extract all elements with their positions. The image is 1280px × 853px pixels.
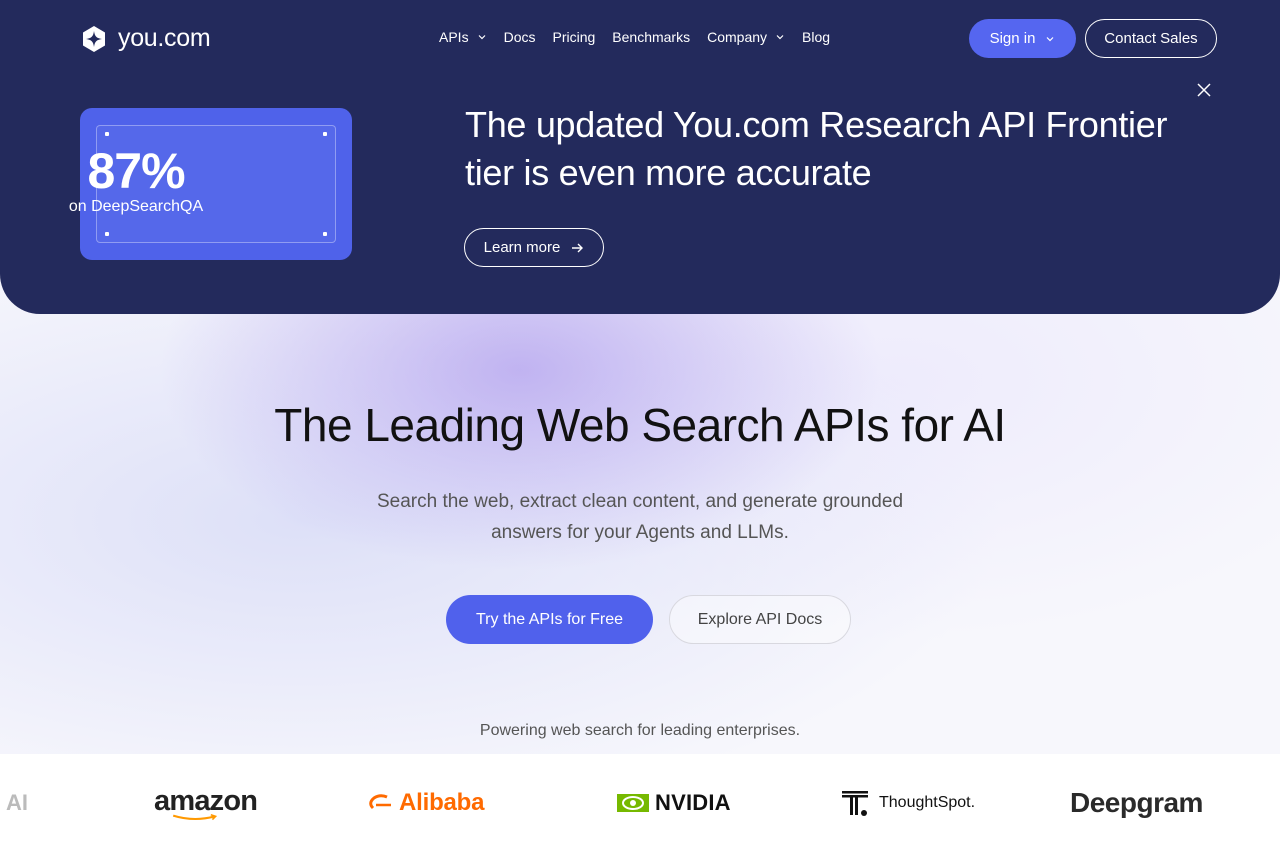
nav-label-blog: Blog xyxy=(802,29,831,45)
partial-logo-text: AI xyxy=(6,790,28,815)
customers-caption: Powering web search for leading enterpri… xyxy=(479,722,801,739)
contact-sales-button[interactable]: Contact Sales xyxy=(1085,19,1217,58)
hero-headline: The Leading Web Search APIs for AI xyxy=(274,399,1006,451)
partial-logo: AI xyxy=(6,786,28,820)
nav-item-pricing[interactable]: Pricing xyxy=(552,29,595,45)
try-apis-label: Try the APIs for Free xyxy=(475,610,623,628)
chevron-down-icon xyxy=(1047,36,1054,41)
learn-more-label: Learn more xyxy=(483,239,561,256)
close-icon[interactable] xyxy=(1195,81,1213,99)
nav-label-pricing: Pricing xyxy=(552,29,596,45)
chevron-down-icon xyxy=(776,35,784,40)
nav-item-benchmarks[interactable]: Benchmarks xyxy=(612,29,690,45)
learn-more-button[interactable]: Learn more xyxy=(464,228,604,267)
amazon-logo-text: amazon xyxy=(154,785,258,817)
stat-value: 87% xyxy=(87,143,185,199)
amazon-smile-icon xyxy=(172,814,218,821)
chevron-down-icon xyxy=(478,35,486,40)
sign-in-button[interactable]: Sign in xyxy=(969,19,1076,58)
sign-in-label: Sign in xyxy=(989,30,1036,47)
header-banner: you.com APIs Docs Pricing Benchmarks Com… xyxy=(0,0,1280,314)
brand-logo[interactable]: you.com xyxy=(80,24,211,53)
nav-item-company[interactable]: Company xyxy=(707,29,785,45)
alibaba-mark-icon xyxy=(369,794,391,810)
corner-dot xyxy=(105,232,109,236)
nav-item-apis[interactable]: APIs xyxy=(439,29,487,45)
nav-label-company: Company xyxy=(707,29,768,45)
alibaba-logo-text: Alibaba xyxy=(399,789,485,816)
corner-dot xyxy=(323,232,327,236)
try-apis-button[interactable]: Try the APIs for Free xyxy=(446,595,653,644)
hero-subhead: Search the web, extract clean content, a… xyxy=(376,491,904,543)
thoughtspot-mark-icon xyxy=(842,791,868,816)
deepgram-logo-text: Deepgram xyxy=(1070,787,1203,818)
contact-sales-label: Contact Sales xyxy=(1104,30,1198,47)
banner-title: The updated You.com Research API Frontie… xyxy=(465,104,1168,193)
brand-name: you.com xyxy=(118,24,211,52)
nav-label-benchmarks: Benchmarks xyxy=(612,29,691,45)
thoughtspot-logo: ThoughtSpot. xyxy=(841,786,975,820)
arrow-right-icon xyxy=(572,243,584,252)
stat-label: on DeepSearchQA xyxy=(68,198,204,215)
customer-logo-strip: AI amazon Alibaba NVIDIA ThoughtSpot. De… xyxy=(0,754,1280,853)
explore-docs-label: Explore API Docs xyxy=(697,610,823,628)
deepgram-logo: Deepgram xyxy=(1070,786,1203,820)
nvidia-logo-text: NVIDIA xyxy=(655,790,731,815)
nvidia-logo: NVIDIA xyxy=(617,786,731,820)
nav-item-blog[interactable]: Blog xyxy=(802,29,830,45)
corner-dot xyxy=(105,132,109,136)
you-logo-icon xyxy=(83,25,105,52)
nav-item-docs[interactable]: Docs xyxy=(504,29,536,45)
nav-label-apis: APIs xyxy=(439,29,469,45)
main-nav: APIs Docs Pricing Benchmarks Company Blo… xyxy=(439,29,847,45)
nvidia-eye-icon xyxy=(617,794,649,812)
nav-label-docs: Docs xyxy=(503,29,536,45)
explore-docs-button[interactable]: Explore API Docs xyxy=(669,595,851,644)
corner-dot xyxy=(323,132,327,136)
amazon-logo: amazon xyxy=(154,785,258,822)
alibaba-logo: Alibaba xyxy=(367,786,484,820)
thoughtspot-logo-text: ThoughtSpot. xyxy=(879,794,976,811)
